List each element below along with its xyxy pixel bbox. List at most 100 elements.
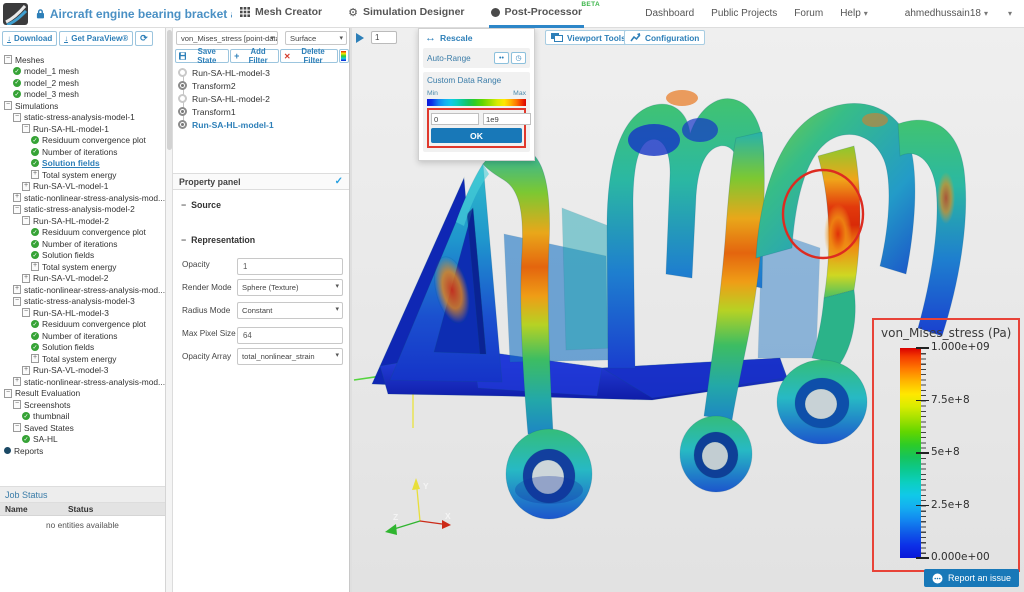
user-menu[interactable]: ahmedhussain18 — [905, 8, 988, 19]
tree-item-icon[interactable] — [22, 182, 30, 190]
tree-item[interactable]: static-stress-analysis-model-1 — [0, 112, 165, 124]
sidebar-scrollbar[interactable] — [166, 28, 173, 592]
tree-item-icon[interactable] — [31, 148, 39, 156]
tree-item[interactable]: static-stress-analysis-model-2 — [0, 204, 165, 216]
tree-item[interactable]: SA-HL — [0, 434, 165, 446]
tree-item-icon[interactable] — [4, 102, 12, 110]
tree-item-icon[interactable] — [22, 125, 30, 133]
tree-item-icon[interactable] — [31, 240, 39, 248]
tree-item[interactable]: Screenshots — [0, 399, 165, 411]
tree-item[interactable]: Run-SA-VL-model-3 — [0, 365, 165, 377]
tree-item[interactable]: static-nonlinear-stress-analysis-mod... — [0, 192, 165, 204]
tree-item[interactable]: Number of iterations — [0, 330, 165, 342]
tree-item[interactable]: model_1 mesh — [0, 66, 165, 78]
opacity-array-select[interactable]: total_nonlinear_strain — [237, 348, 343, 365]
tree-item-icon[interactable] — [31, 320, 39, 328]
download-button[interactable]: ↓ Download — [2, 31, 57, 46]
tree-item[interactable]: Residuum convergence plot — [0, 227, 165, 239]
auto-range-current-button[interactable]: •• — [494, 52, 509, 64]
configuration-button[interactable]: Configuration — [624, 30, 705, 45]
pipeline-item[interactable]: Run-SA-HL-model-2 — [173, 92, 349, 105]
tree-item[interactable]: Total system energy — [0, 169, 165, 181]
tree-item-icon[interactable] — [22, 435, 30, 443]
tree-item-icon[interactable] — [4, 447, 11, 454]
representation-select[interactable]: Surface — [285, 31, 347, 45]
tree-item-icon[interactable] — [13, 90, 21, 98]
tree-item[interactable]: Run-SA-HL-model-3 — [0, 307, 165, 319]
tree-item-icon[interactable] — [31, 136, 39, 144]
tree-item-icon[interactable] — [4, 389, 12, 397]
tree-item-icon[interactable] — [31, 171, 39, 179]
tree-item-icon[interactable] — [22, 274, 30, 282]
tree-item[interactable]: Run-SA-HL-model-1 — [0, 123, 165, 135]
delete-filter-button[interactable]: ✕ Delete Filter — [280, 49, 338, 63]
tree-item-icon[interactable] — [31, 332, 39, 340]
rescale-header[interactable]: ↔ Rescale — [419, 29, 534, 46]
tree-item[interactable]: Reports — [0, 445, 165, 457]
render-mode-select[interactable]: Sphere (Texture) — [237, 279, 343, 296]
section-source[interactable]: Source — [181, 200, 221, 210]
nav-link-dashboard[interactable]: Dashboard — [645, 8, 694, 19]
tree-item[interactable]: Result Evaluation — [0, 388, 165, 400]
tree-item[interactable]: Total system energy — [0, 353, 165, 365]
tree-item-icon[interactable] — [13, 67, 21, 75]
tree-item[interactable]: Number of iterations — [0, 146, 165, 158]
opacity-input[interactable] — [237, 258, 343, 275]
tree-item[interactable]: Saved States — [0, 422, 165, 434]
tree-item-icon[interactable] — [13, 424, 21, 432]
viewport-tools-button[interactable]: Viewport Tools — [545, 30, 632, 45]
tab-post-processor[interactable]: Post-Processor BETA — [489, 0, 585, 28]
tree-item-icon[interactable] — [31, 228, 39, 236]
tree-item-icon[interactable] — [22, 366, 30, 374]
tree-item-icon[interactable] — [22, 217, 30, 225]
tree-item[interactable]: Simulations — [0, 100, 165, 112]
visibility-indicator-icon[interactable] — [178, 94, 187, 103]
play-button[interactable] — [356, 31, 368, 44]
colormap-button[interactable] — [339, 49, 349, 63]
refresh-button[interactable]: ⟳ — [135, 31, 153, 46]
visibility-indicator-icon[interactable] — [178, 120, 187, 129]
tree-item-icon[interactable] — [22, 412, 30, 420]
tree-item[interactable]: thumbnail — [0, 411, 165, 423]
tree-item-icon[interactable] — [13, 286, 21, 294]
tree-item-icon[interactable] — [13, 297, 21, 305]
frame-number-input[interactable] — [371, 31, 397, 44]
nav-link-help[interactable]: Help — [840, 8, 868, 19]
extra-dropdown[interactable] — [1005, 8, 1012, 19]
tree-item[interactable]: model_3 mesh — [0, 89, 165, 101]
tree-item[interactable]: Run-SA-VL-model-1 — [0, 181, 165, 193]
field-select[interactable]: von_Mises_stress [point-data] — [176, 31, 278, 45]
radius-mode-select[interactable]: Constant — [237, 302, 343, 319]
tree-item[interactable]: Solution fields — [0, 342, 165, 354]
tree-item[interactable]: static-nonlinear-stress-analysis-mod... — [0, 284, 165, 296]
tree-item[interactable]: Total system energy — [0, 261, 165, 273]
tree-item[interactable]: static-nonlinear-stress-analysis-mod... — [0, 376, 165, 388]
visibility-indicator-icon[interactable] — [178, 68, 187, 77]
tree-item-icon[interactable] — [31, 355, 39, 363]
tree-item-icon[interactable] — [13, 205, 21, 213]
visibility-indicator-icon[interactable] — [178, 107, 187, 116]
tree-item-icon[interactable] — [22, 309, 30, 317]
nav-link-public-projects[interactable]: Public Projects — [711, 8, 777, 19]
tree-item-icon[interactable] — [13, 113, 21, 121]
add-filter-button[interactable]: + Add Filter — [230, 49, 279, 63]
tree-item-icon[interactable] — [31, 159, 39, 167]
tree-item[interactable]: Residuum convergence plot — [0, 319, 165, 331]
tree-item[interactable]: Solution fields — [0, 158, 165, 170]
tree-item[interactable]: Meshes — [0, 54, 165, 66]
visibility-indicator-icon[interactable] — [178, 81, 187, 90]
tree-item[interactable]: Run-SA-HL-model-2 — [0, 215, 165, 227]
tab-simulation-designer[interactable]: ⚙ Simulation Designer — [346, 0, 466, 28]
tree-item-icon[interactable] — [31, 343, 39, 351]
tab-mesh-creator[interactable]: Mesh Creator — [238, 0, 324, 28]
pipeline-item[interactable]: Run-SA-HL-model-1 — [173, 118, 349, 131]
ok-button[interactable]: OK — [431, 128, 522, 143]
section-representation[interactable]: Representation — [181, 235, 255, 245]
pipeline-item[interactable]: Transform2 — [173, 79, 349, 92]
auto-range-time-button[interactable]: ◷ — [511, 52, 526, 64]
tree-item[interactable]: static-stress-analysis-model-3 — [0, 296, 165, 308]
tree-item-icon[interactable] — [13, 194, 21, 202]
tree-item-icon[interactable] — [31, 263, 39, 271]
nav-link-forum[interactable]: Forum — [794, 8, 823, 19]
tree-item[interactable]: Solution fields — [0, 250, 165, 262]
